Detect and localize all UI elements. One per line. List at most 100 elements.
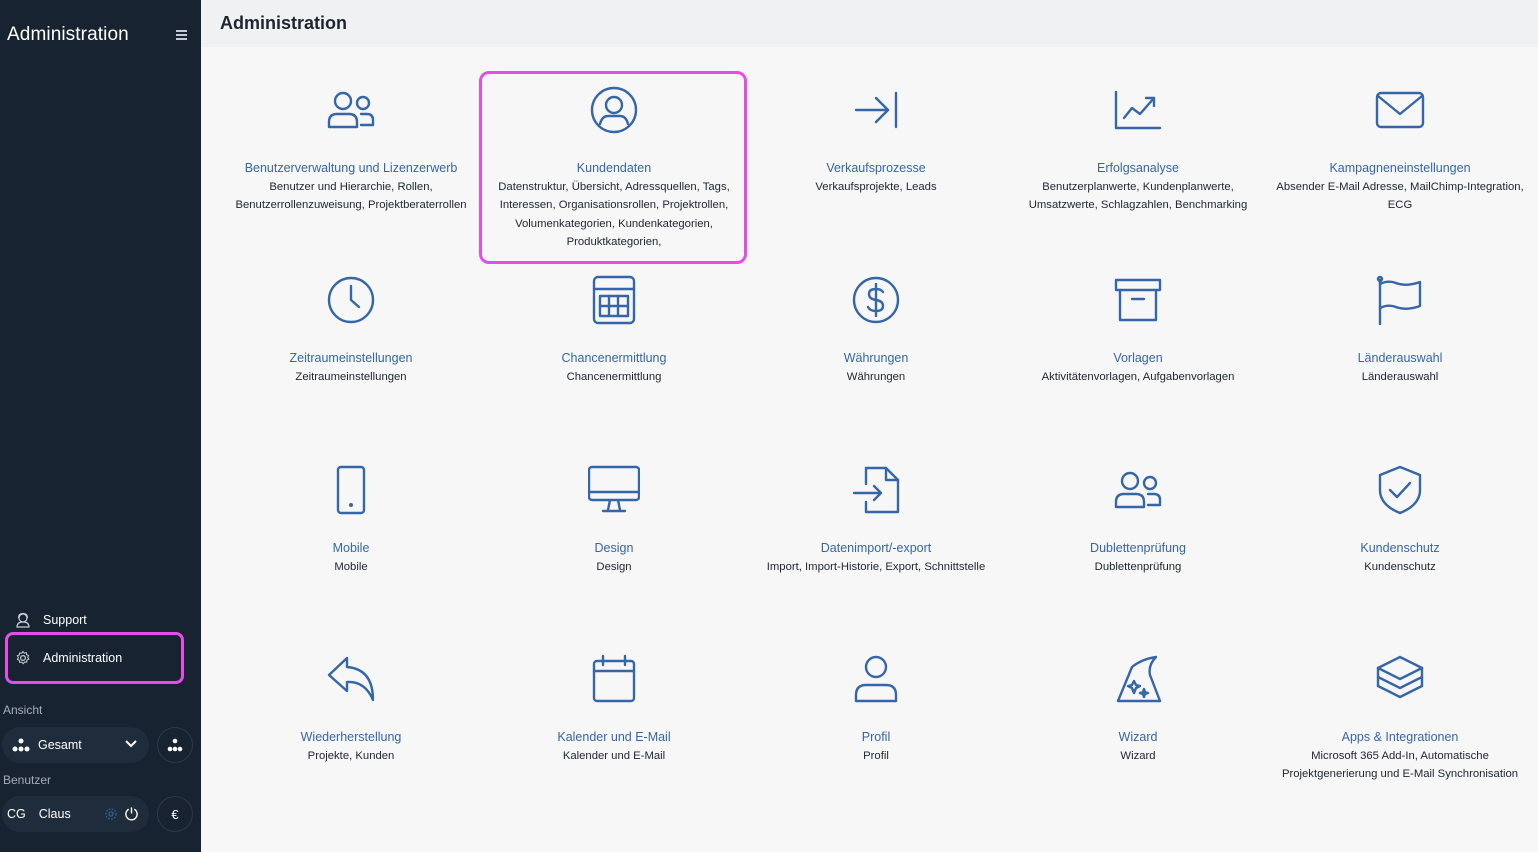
tile-description: Projekte, Kunden [307,750,395,762]
tile-profil[interactable]: Profil Profil [745,653,1007,765]
tile-kundenschutz[interactable]: Kundenschutz Kundenschutz [1269,464,1531,576]
tile-title: Mobile [332,541,370,555]
dollar-icon [852,276,900,324]
tile-description: Benutzer und Hierarchie, Rollen, Benutze… [235,181,467,212]
sidebar: Administration Support Administration An… [0,0,201,852]
currency-symbol: € [171,806,179,822]
tile-title: Erfolgsanalyse [1097,161,1179,175]
flag-icon [1376,275,1422,326]
tile-title: Vorlagen [1113,351,1163,365]
tile-title: Wizard [1118,730,1158,744]
page-header: Administration [201,0,1538,47]
page-title: Administration [220,13,348,33]
tile-verkaufsprozesse[interactable]: Verkaufsprozesse Verkaufsprojekte, Leads [745,84,1007,196]
tile-description: Absender E-Mail Adresse, MailChimp-Integ… [1276,181,1524,212]
tile-description: Design [596,561,632,573]
phone-icon [336,465,366,515]
gear-icon[interactable] [104,807,118,821]
view-select[interactable]: Gesamt [2,727,149,763]
tile-design[interactable]: Design Design [483,464,745,576]
tile-zeitraumeinstellungen[interactable]: Zeitraumeinstellungen Zeitraumeinstellun… [220,274,482,386]
tile-kampagneneinstellungen[interactable]: Kampagneneinstellungen Absender E-Mail A… [1269,84,1531,215]
tile-description: Aktivitätenvorlagen, Aufgabenvorlagen [1041,371,1235,383]
tile-description: Zeitraumeinstellungen [295,371,407,383]
tile-description: Länderauswahl [1361,371,1439,383]
tile-datenimport[interactable]: Datenimport/-export Import, Import-Histo… [745,464,1007,576]
user-pill[interactable]: CG Claus [2,796,149,832]
wizard-hat-icon [1116,655,1162,703]
users-duplicate-icon [1114,471,1162,509]
calculator-icon [592,275,636,325]
org-tree-button[interactable] [157,727,193,763]
sidebar-item-administration[interactable]: Administration [7,641,181,675]
currency-button[interactable]: € [157,796,193,832]
avatar: CG [7,807,26,821]
tile-chancenermittlung[interactable]: Chancenermittlung Chancenermittlung [483,274,745,386]
tile-vorlagen[interactable]: Vorlagen Aktivitätenvorlagen, Aufgabenvo… [1007,274,1269,386]
tile-title: Kundendaten [576,161,652,175]
tile-title: Kampagneneinstellungen [1329,161,1471,175]
chevron-down-icon [125,739,137,749]
tile-title: Verkaufsprozesse [826,161,926,175]
tile-title: Wiederherstellung [300,730,402,744]
clock-icon [327,276,375,324]
user-name: Claus [38,807,71,821]
tile-description: Profil [863,750,889,762]
monitor-icon [588,465,640,513]
hierarchy-icon [12,738,30,752]
tile-erfolgsanalyse[interactable]: Erfolgsanalyse Benutzerplanwerte, Kunden… [1007,84,1269,215]
tile-description: Import, Import-Historie, Export, Schnitt… [766,561,986,573]
tile-title: Währungen [843,351,909,365]
arrow-to-line-icon [854,91,898,129]
tile-wizard[interactable]: Wizard Wizard [1007,653,1269,765]
user-heading: Benutzer [3,773,52,787]
tile-waehrungen[interactable]: Währungen Währungen [745,274,1007,386]
view-select-value: Gesamt [38,738,82,752]
tile-benutzerverwaltung[interactable]: Benutzerverwaltung und Lizenzerwerb Benu… [220,84,482,215]
tile-description: Dublettenprüfung [1094,561,1182,573]
tile-title: Benutzerverwaltung und Lizenzerwerb [244,161,458,175]
calendar-icon [592,654,636,703]
tile-description: Chancenermittlung [566,371,662,383]
tile-description: Kalender und E-Mail [562,750,666,762]
tile-description: Währungen [846,371,906,383]
power-icon[interactable] [124,806,139,821]
tile-description: Mobile [334,561,368,573]
gear-icon [13,648,33,668]
tile-title: Profil [861,730,891,744]
archive-box-icon [1114,278,1162,322]
tile-apps-integrationen[interactable]: Apps & Integrationen Microsoft 365 Add-I… [1269,653,1531,784]
tile-title: Chancenermittlung [561,351,667,365]
tile-wiederherstellung[interactable]: Wiederherstellung Projekte, Kunden [220,653,482,765]
user-circle-icon [590,86,638,134]
layers-icon [1376,655,1424,699]
hamburger-menu-icon[interactable] [176,30,187,40]
tile-description: Kundenschutz [1364,561,1436,573]
envelope-icon [1375,91,1425,129]
tile-description: Microsoft 365 Add-In, Automatische Proje… [1281,750,1519,781]
tile-title: Dublettenprüfung [1090,541,1186,555]
tile-description: Wizard [1120,750,1156,762]
tile-kalender[interactable]: Kalender und E-Mail Kalender und E-Mail [483,653,745,765]
reply-arrow-icon [327,656,375,702]
file-import-icon [852,466,900,514]
sidebar-title: Administration [7,24,129,45]
tile-title: Länderauswahl [1357,351,1443,365]
tile-title: Design [594,541,634,555]
tile-title: Apps & Integrationen [1341,730,1459,744]
users-icon [327,91,375,129]
tile-kundendaten[interactable]: Kundendaten Datenstruktur, Übersicht, Ad… [483,84,745,252]
sidebar-item-label: Administration [43,651,123,665]
tile-title: Kalender und E-Mail [557,730,671,744]
trend-chart-icon [1114,90,1162,130]
tile-title: Kundenschutz [1360,541,1440,555]
shield-check-icon [1378,465,1422,515]
tile-mobile[interactable]: Mobile Mobile [220,464,482,576]
sidebar-item-label: Support [43,613,87,627]
tile-title: Zeitraumeinstellungen [289,351,413,365]
org-tree-icon [167,738,183,752]
user-icon [854,655,898,703]
tile-dublettenpruefung[interactable]: Dublettenprüfung Dublettenprüfung [1007,464,1269,576]
tile-laenderauswahl[interactable]: Länderauswahl Länderauswahl [1269,274,1531,386]
tile-description: Datenstruktur, Übersicht, Adressquellen,… [498,181,730,249]
